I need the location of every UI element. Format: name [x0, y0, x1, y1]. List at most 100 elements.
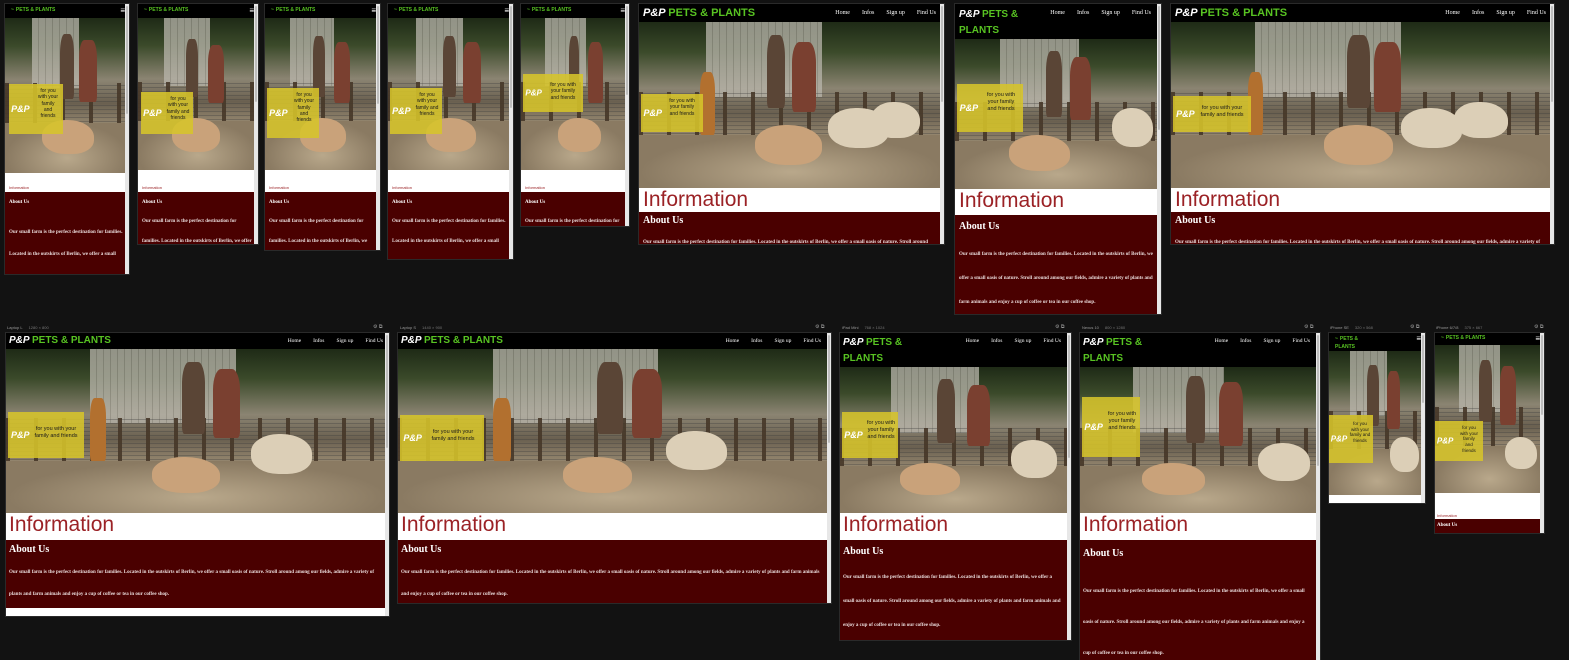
tagline-badge: P&P for you with your family and friends: [523, 74, 583, 112]
scrollbar[interactable]: [1316, 333, 1320, 660]
nav-links: Home Infos Sign up Find Us: [823, 10, 936, 16]
preview-frame-tablet-1: P&P PETS & PLANTS Home Infos Sign up Find Us…: [955, 4, 1161, 314]
nav-infos[interactable]: Infos: [313, 338, 324, 344]
scrollbar[interactable]: [827, 333, 831, 603]
scrollbar[interactable]: [625, 4, 629, 226]
logo[interactable]: ~ PETS & PLANTS: [1441, 335, 1485, 341]
scrollbar[interactable]: [1067, 333, 1071, 640]
nav-findus[interactable]: Find Us: [1527, 10, 1546, 16]
tagline-badge: P&P for you with your family and friends: [141, 92, 193, 134]
about-section: About Us Our small farm is the perfect d…: [521, 192, 629, 226]
scrollbar[interactable]: [1421, 333, 1425, 503]
logo[interactable]: ~ PETS & PLANTS: [144, 7, 188, 13]
about-section: About Us Our small farm is the perfect d…: [5, 192, 129, 274]
badge-logo: P&P: [11, 104, 30, 114]
logo[interactable]: ~ PETS & PLANTS: [394, 7, 438, 13]
about-section: About Us Our small farm is the perfect d…: [1080, 540, 1320, 660]
badge-logo: P&P: [1084, 422, 1103, 432]
about-title: About Us: [1437, 523, 1458, 528]
scrollbar[interactable]: [376, 4, 380, 250]
nav-home[interactable]: Home: [1050, 10, 1065, 16]
scrollbar[interactable]: [940, 4, 944, 244]
nav-home[interactable]: Home: [966, 338, 979, 344]
nav-findus[interactable]: Find Us: [1043, 338, 1061, 344]
scrollbar[interactable]: [385, 333, 389, 616]
navbar: P&P PETS & PLANTS Home Infos Sign up Find U…: [639, 4, 944, 22]
navbar: ~ PETS & PLANTS ≡: [521, 4, 629, 18]
information-heading: Information: [269, 185, 380, 190]
badge-logo: P&P: [643, 108, 662, 118]
preview-frame-mobile-3: ~ PETS & PLANTS ≡ P&P for you with your fam…: [265, 4, 380, 250]
badge-tagline: for you with your family and friends: [293, 92, 314, 123]
nav-findus[interactable]: Find Us: [917, 10, 936, 16]
badge-logo: P&P: [269, 108, 288, 118]
information-heading: Information: [843, 513, 1071, 537]
nav-infos[interactable]: Infos: [991, 338, 1002, 344]
nav-findus[interactable]: Find Us: [1292, 338, 1310, 344]
badge-tagline: for you with your family and friends: [37, 88, 58, 119]
nav-links: Home Infos Sign up Find Us: [714, 338, 821, 344]
nav-infos[interactable]: Infos: [862, 10, 874, 16]
nav-home[interactable]: Home: [1215, 338, 1228, 344]
nav-findus[interactable]: Find Us: [365, 338, 383, 344]
logo[interactable]: P&P PETS & PLANTS: [401, 335, 503, 346]
nav-findus[interactable]: Find Us: [1132, 10, 1151, 16]
about-text: Our small farm is the perfect destinatio…: [959, 252, 1153, 305]
nav-infos[interactable]: Infos: [1240, 338, 1251, 344]
scrollbar[interactable]: [1157, 4, 1161, 314]
about-title: About Us: [9, 544, 50, 555]
logo[interactable]: ~ PETS & PLANTS: [527, 7, 571, 13]
tagline-badge: P&P for you with your family and friends: [9, 84, 63, 134]
hero-image: [1435, 345, 1544, 493]
logo[interactable]: P&P PETS & PLANTS: [643, 7, 755, 19]
nav-home[interactable]: Home: [835, 10, 850, 16]
about-section: About Us: [1435, 519, 1544, 533]
scrollbar[interactable]: [125, 4, 129, 274]
scrollbar[interactable]: [254, 4, 258, 244]
information-heading: Information: [142, 185, 258, 190]
scrollbar[interactable]: [1540, 333, 1544, 533]
about-text: Our small farm is the perfect destinatio…: [392, 219, 506, 244]
nav-infos[interactable]: Infos: [1077, 10, 1089, 16]
logo[interactable]: ~ PETS & PLANTS: [271, 7, 315, 13]
nav-home[interactable]: Home: [1445, 10, 1460, 16]
nav-signup[interactable]: Sign up: [336, 338, 353, 344]
logo[interactable]: P&P PETS & PLANTS: [959, 7, 1018, 39]
nav-signup[interactable]: Sign up: [774, 338, 791, 344]
badge-tagline: for you with your family and friends: [431, 429, 475, 442]
nav-signup[interactable]: Sign up: [1496, 10, 1515, 16]
logo[interactable]: P&P PETS & PLANTS: [1175, 7, 1287, 19]
nav-signup[interactable]: Sign up: [886, 10, 905, 16]
frame-caption-icons[interactable]: ⚙ ⧉: [815, 324, 824, 330]
nav-signup[interactable]: Sign up: [1101, 10, 1120, 16]
nav-infos[interactable]: Infos: [751, 338, 762, 344]
preview-frame-mobile-1: ~ PETS & PLANTS ≡ P&P for you with your fam…: [5, 4, 129, 274]
navbar: ~ PETS & PLANTS ≡: [1329, 333, 1425, 351]
information-heading: Information: [392, 185, 513, 190]
scrollbar[interactable]: [509, 4, 513, 259]
frame-caption-icons[interactable]: ⚙ ⧉: [1410, 324, 1419, 330]
logo[interactable]: P&P PETS & PLANTS: [9, 335, 111, 346]
about-section: About Us Our small farm is the perfect d…: [388, 192, 513, 259]
logo[interactable]: ~ PETS & PLANTS: [1335, 335, 1358, 351]
nav-signup[interactable]: Sign up: [1014, 338, 1031, 344]
nav-findus[interactable]: Find Us: [803, 338, 821, 344]
preview-frame-mobile-5: ~ PETS & PLANTS ≡ P&P for you with your fa…: [521, 4, 629, 226]
navbar: P&P PETS & PLANTS Home Infos Sign up Find Us: [840, 333, 1071, 367]
frame-caption-icons[interactable]: ⚙ ⧉: [1534, 324, 1543, 330]
nav-infos[interactable]: Infos: [1472, 10, 1484, 16]
about-text: Our small farm is the perfect destinatio…: [269, 219, 368, 244]
logo[interactable]: ~ PETS & PLANTS: [11, 7, 55, 13]
tagline-badge: P&P for you with your family and friends: [641, 94, 703, 132]
nav-home[interactable]: Home: [726, 338, 739, 344]
logo[interactable]: P&P PETS & PLANTS: [1083, 335, 1142, 367]
frame-caption-icons[interactable]: ⚙ ⧉: [1055, 324, 1064, 330]
frame-caption-icons[interactable]: ⚙ ⧉: [373, 324, 382, 330]
frame-caption-icons[interactable]: ⚙ ⧉: [1304, 324, 1313, 330]
tagline-badge: P&P for you with your family and friends: [267, 88, 319, 138]
nav-home[interactable]: Home: [288, 338, 301, 344]
scrollbar[interactable]: [1550, 4, 1554, 244]
logo[interactable]: P&P PETS & PLANTS: [843, 335, 902, 367]
nav-signup[interactable]: Sign up: [1263, 338, 1280, 344]
badge-tagline: for you with your family and friends: [415, 92, 439, 117]
